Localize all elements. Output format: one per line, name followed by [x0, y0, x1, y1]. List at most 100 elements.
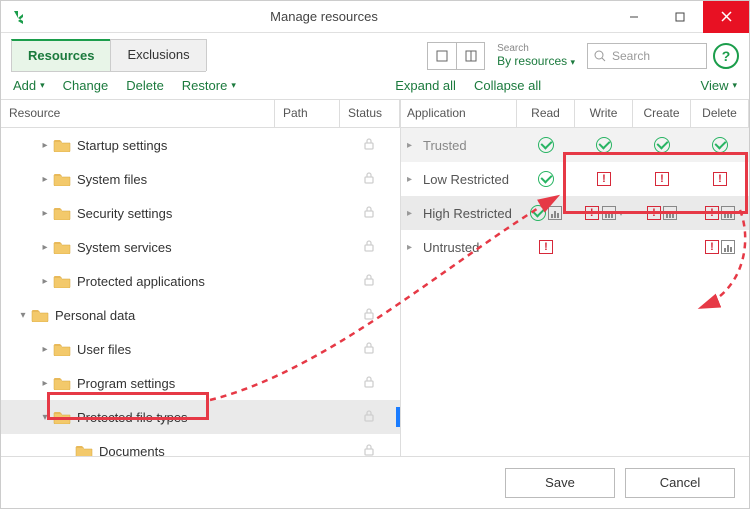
perm-read[interactable] [517, 205, 575, 221]
window-title: Manage resources [37, 9, 611, 24]
perm-read[interactable]: ! [517, 240, 575, 254]
perm-write[interactable]: ! ▾ [575, 204, 633, 222]
expand-arrow-icon[interactable]: ▸ [407, 140, 417, 151]
permission-row[interactable]: ▸ Trusted [401, 128, 749, 162]
column-delete[interactable]: Delete [691, 100, 749, 127]
folder-icon [53, 410, 71, 424]
lock-icon [342, 239, 396, 256]
restore-action[interactable]: Restore ▾ [182, 78, 236, 93]
permission-row[interactable]: ▸ High Restricted ! ▾!! [401, 196, 749, 230]
view-action[interactable]: View ▾ [701, 78, 737, 93]
tree-row[interactable]: ▸User files [1, 332, 400, 366]
tree-item-label: Startup settings [77, 138, 342, 153]
perm-delete[interactable]: ! [691, 206, 749, 220]
expand-arrow-icon[interactable]: ▸ [407, 174, 417, 185]
tree-row[interactable]: ▾ Protected file types [1, 400, 400, 434]
lock-icon [342, 307, 396, 324]
expand-arrow-icon[interactable]: ▸ [39, 174, 51, 185]
perm-write[interactable]: ! [575, 172, 633, 186]
folder-icon [53, 138, 71, 152]
layout-split-icon[interactable] [456, 43, 484, 69]
lock-icon [342, 171, 396, 188]
column-status[interactable]: Status [340, 100, 400, 127]
folder-icon [53, 172, 71, 186]
expand-arrow-icon[interactable]: ▸ [407, 242, 417, 253]
layout-toggle[interactable] [427, 42, 485, 70]
expand-all-action[interactable]: Expand all [395, 78, 456, 93]
column-resource[interactable]: Resource [1, 100, 275, 127]
expand-arrow-icon[interactable]: ▾ [39, 412, 51, 423]
tree-item-label: Documents [99, 444, 342, 457]
cancel-button[interactable]: Cancel [625, 468, 735, 498]
layout-single-icon[interactable] [428, 43, 456, 69]
lock-icon [342, 375, 396, 392]
column-application[interactable]: Application [401, 100, 517, 127]
expand-arrow-icon[interactable]: ▸ [39, 242, 51, 253]
folder-icon [53, 376, 71, 390]
maximize-button[interactable] [657, 1, 703, 33]
lock-icon [342, 137, 396, 154]
search-input[interactable]: Search [587, 43, 707, 69]
tree-row[interactable]: ▸System services [1, 230, 400, 264]
expand-arrow-icon[interactable]: ▸ [39, 378, 51, 389]
app-group-label: Low Restricted [423, 172, 509, 187]
help-button[interactable]: ? [713, 43, 739, 69]
perm-write[interactable] [575, 137, 633, 153]
permission-row[interactable]: ▸Untrusted!! [401, 230, 749, 264]
tree-row[interactable]: ▾Personal data [1, 298, 400, 332]
perm-delete[interactable]: ! [691, 172, 749, 186]
tab-exclusions[interactable]: Exclusions [110, 39, 206, 71]
column-create[interactable]: Create [633, 100, 691, 127]
tree-row[interactable]: ▸ Security settings [1, 196, 400, 230]
toolbar: Resources Exclusions Search By resources… [1, 33, 749, 72]
expand-arrow-icon[interactable]: ▸ [39, 344, 51, 355]
collapse-all-action[interactable]: Collapse all [474, 78, 541, 93]
tree-item-label: Protected applications [77, 274, 342, 289]
minimize-button[interactable] [611, 1, 657, 33]
column-read[interactable]: Read [517, 100, 575, 127]
resource-tree[interactable]: ▸ Startup settings ▸ System files ▸ Security … [1, 128, 400, 456]
tab-resources[interactable]: Resources [11, 39, 111, 71]
change-action[interactable]: Change [63, 78, 109, 93]
folder-icon [53, 206, 71, 220]
perm-create[interactable]: ! [633, 206, 691, 220]
tree-row[interactable]: ▸ System files [1, 162, 400, 196]
permission-grid: ▸ Trusted ▸ Low Restricted!!! ▸ High Restrict… [401, 128, 749, 264]
folder-icon [53, 240, 71, 254]
lock-icon [342, 409, 396, 426]
expand-arrow-icon[interactable]: ▸ [39, 276, 51, 287]
app-group-label: High Restricted [423, 206, 512, 221]
column-write[interactable]: Write [575, 100, 633, 127]
tree-row[interactable]: ▸ Program settings [1, 366, 400, 400]
tree-item-label: Security settings [77, 206, 342, 221]
delete-action[interactable]: Delete [126, 78, 164, 93]
perm-read[interactable] [517, 137, 575, 153]
expand-arrow-icon[interactable]: ▸ [407, 208, 417, 219]
expand-arrow-icon[interactable]: ▾ [17, 310, 29, 321]
tree-item-label: Program settings [77, 376, 342, 391]
lock-icon [342, 205, 396, 222]
tree-item-label: System files [77, 172, 342, 187]
lock-icon [342, 273, 396, 290]
app-group-label: Trusted [423, 138, 467, 153]
perm-create[interactable]: ! [633, 172, 691, 186]
folder-icon [75, 444, 93, 456]
expand-arrow-icon[interactable]: ▸ [39, 208, 51, 219]
tree-row[interactable]: ▸ Startup settings [1, 128, 400, 162]
perm-read[interactable] [517, 171, 575, 187]
tree-item-label: Protected file types [77, 410, 342, 425]
perm-create[interactable] [633, 137, 691, 153]
tree-row[interactable]: Documents [1, 434, 400, 456]
perm-delete[interactable] [691, 137, 749, 153]
column-path[interactable]: Path [275, 100, 340, 127]
search-mode[interactable]: Search By resources ▾ [497, 43, 575, 68]
perm-delete[interactable]: ! [691, 240, 749, 254]
folder-icon [53, 342, 71, 356]
add-action[interactable]: Add ▾ [13, 78, 45, 93]
save-button[interactable]: Save [505, 468, 615, 498]
permission-row[interactable]: ▸ Low Restricted!!! [401, 162, 749, 196]
tree-row[interactable]: ▸ Protected applications [1, 264, 400, 298]
app-logo [1, 9, 37, 25]
expand-arrow-icon[interactable]: ▸ [39, 140, 51, 151]
close-button[interactable] [703, 1, 749, 33]
